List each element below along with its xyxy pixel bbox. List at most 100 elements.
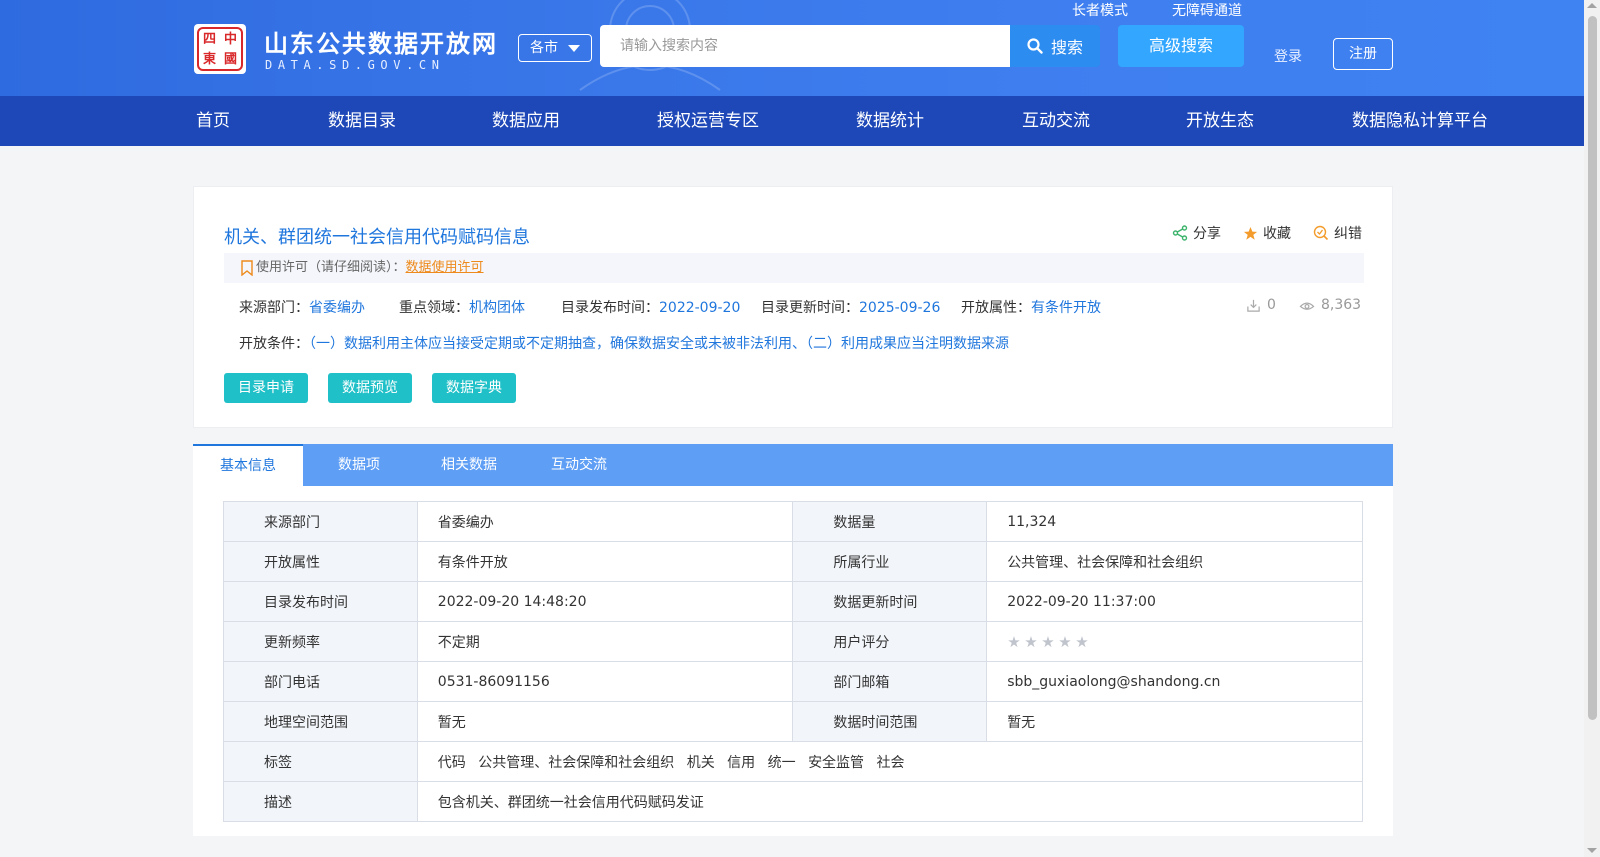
scroll-up-icon[interactable] bbox=[1587, 3, 1597, 8]
search-box[interactable] bbox=[600, 25, 1010, 67]
table-row: 来源部门 省委编办 数据量 11,324 bbox=[223, 501, 1363, 542]
data-preview-button[interactable]: 数据预览 bbox=[328, 373, 412, 403]
table-row: 描述 包含机关、群团统一社会信用代码赋码发证 bbox=[223, 781, 1364, 822]
dataset-title: 机关、群团统一社会信用代码赋码信息 bbox=[224, 227, 530, 248]
field-value: 0531-86091156 bbox=[416, 661, 794, 702]
tab-data-items[interactable]: 数据项 bbox=[309, 444, 409, 486]
star-icon[interactable]: ★ bbox=[1007, 634, 1021, 649]
correct-icon bbox=[1313, 225, 1329, 241]
nav-item-interaction[interactable]: 互动交流 bbox=[1022, 96, 1090, 146]
tag[interactable]: 公共管理、社会保障和社会组织 bbox=[478, 755, 674, 771]
seal-char-4: 國 bbox=[223, 51, 237, 67]
star-icon[interactable]: ★ bbox=[1058, 634, 1072, 649]
table-row: 标签 代码 公共管理、社会保障和社会组织 机关 信用 统一 安全监管 社会 bbox=[223, 741, 1364, 782]
download-count: 0 bbox=[1246, 297, 1276, 313]
nav-item-statistics[interactable]: 数据统计 bbox=[856, 96, 924, 146]
table-row: 地理空间范围 暂无 数据时间范围 暂无 bbox=[223, 701, 1363, 742]
basic-info-table: 来源部门 省委编办 数据量 11,324 开放属性 有条件开放 所属行业 公共管… bbox=[223, 501, 1364, 822]
tab-basic-info[interactable]: 基本信息 bbox=[193, 444, 303, 486]
star-icon[interactable]: ★ bbox=[1024, 634, 1038, 649]
nav-item-authorized-ops[interactable]: 授权运营专区 bbox=[657, 96, 759, 146]
user-rating[interactable]: ★ ★ ★ ★ ★ bbox=[986, 621, 1363, 662]
field-label: 数据量 bbox=[792, 501, 988, 542]
favorite-button[interactable]: 收藏 bbox=[1243, 223, 1291, 243]
basic-info-panel: 来源部门 省委编办 数据量 11,324 开放属性 有条件开放 所属行业 公共管… bbox=[193, 486, 1393, 836]
field-value: 11,324 bbox=[986, 501, 1363, 542]
field-label: 数据更新时间 bbox=[792, 581, 988, 622]
register-button[interactable]: 注册 bbox=[1333, 38, 1393, 70]
site-logo[interactable]: 四 中 東 國 bbox=[194, 24, 246, 74]
site-domain: DATA.SD.GOV.CN bbox=[265, 58, 445, 72]
field-label: 开放属性 bbox=[223, 541, 418, 582]
scrollbar-thumb[interactable] bbox=[1588, 16, 1597, 720]
tag[interactable]: 代码 bbox=[438, 755, 466, 771]
license-link[interactable]: 数据使用许可 bbox=[406, 253, 484, 283]
caret-down-icon bbox=[568, 45, 580, 52]
field-label: 来源部门 bbox=[223, 501, 418, 542]
open-conditions-label: 开放条件： bbox=[239, 336, 309, 352]
meta-source-value[interactable]: 省委编办 bbox=[309, 300, 365, 316]
search-button-label: 搜索 bbox=[1050, 38, 1083, 57]
data-dictionary-button[interactable]: 数据字典 bbox=[432, 373, 516, 403]
description-value: 包含机关、群团统一社会信用代码赋码发证 bbox=[416, 781, 1364, 822]
meta-domain: 重点领域：机构团体 bbox=[399, 297, 525, 317]
tag[interactable]: 信用 bbox=[727, 755, 755, 771]
star-icon[interactable]: ★ bbox=[1041, 634, 1055, 649]
tab-related-data[interactable]: 相关数据 bbox=[419, 444, 519, 486]
tab-interaction[interactable]: 互动交流 bbox=[529, 444, 629, 486]
meta-domain-label: 重点领域： bbox=[399, 300, 469, 316]
correct-button[interactable]: 纠错 bbox=[1313, 223, 1362, 243]
field-label: 所属行业 bbox=[792, 541, 988, 582]
meta-update-value: 2025-09-26 bbox=[859, 300, 941, 316]
elder-mode-link[interactable]: 长者模式 bbox=[1072, 0, 1128, 20]
search-input[interactable] bbox=[600, 25, 1010, 67]
site-header: 四 中 東 國 山东公共数据开放网 DATA.SD.GOV.CN 各市 搜索 高… bbox=[0, 0, 1584, 96]
star-icon bbox=[1243, 226, 1258, 240]
meta-domain-value[interactable]: 机构团体 bbox=[469, 300, 525, 316]
city-select-value: 各市 bbox=[530, 40, 558, 56]
seal-char-1: 四 bbox=[202, 32, 216, 47]
login-link[interactable]: 登录 bbox=[1274, 46, 1302, 66]
meta-update-label: 目录更新时间： bbox=[761, 300, 859, 316]
tag-list: 代码 公共管理、社会保障和社会组织 机关 信用 统一 安全监管 社会 bbox=[416, 741, 1364, 782]
field-value: 不定期 bbox=[416, 621, 794, 662]
tag[interactable]: 统一 bbox=[768, 755, 796, 771]
nav-item-ecosystem[interactable]: 开放生态 bbox=[1186, 96, 1254, 146]
nav-item-home[interactable]: 首页 bbox=[196, 96, 230, 146]
meta-open: 开放属性：有条件开放 bbox=[961, 297, 1101, 317]
nav-item-catalog[interactable]: 数据目录 bbox=[328, 96, 396, 146]
search-button[interactable]: 搜索 bbox=[1010, 25, 1100, 67]
seal-char-2: 中 bbox=[223, 32, 237, 47]
dataset-actions: 分享 收藏 纠错 bbox=[1172, 223, 1362, 243]
meta-open-value: 有条件开放 bbox=[1031, 300, 1101, 316]
meta-publish-value: 2022-09-20 bbox=[659, 300, 741, 316]
view-count: 8,363 bbox=[1299, 297, 1361, 313]
field-label: 目录发布时间 bbox=[223, 581, 418, 622]
field-value: 2022-09-20 14:48:20 bbox=[416, 581, 794, 622]
catalog-apply-button[interactable]: 目录申请 bbox=[224, 373, 308, 403]
advanced-search-button[interactable]: 高级搜索 bbox=[1118, 25, 1244, 67]
table-row: 开放属性 有条件开放 所属行业 公共管理、社会保障和社会组织 bbox=[223, 541, 1363, 582]
share-button[interactable]: 分享 bbox=[1172, 223, 1221, 243]
meta-publish-label: 目录发布时间： bbox=[561, 300, 659, 316]
field-label: 部门邮箱 bbox=[792, 661, 988, 702]
table-row: 更新频率 不定期 用户评分 ★ ★ ★ ★ ★ bbox=[223, 621, 1363, 662]
license-bar: 使用许可（请仔细阅读）： 数据使用许可 bbox=[224, 253, 1364, 283]
share-icon bbox=[1172, 225, 1188, 241]
tag[interactable]: 社会 bbox=[877, 755, 905, 771]
nav-item-privacy-computing[interactable]: 数据隐私计算平台 bbox=[1352, 96, 1488, 146]
bookmark-icon bbox=[241, 260, 253, 276]
accessibility-link[interactable]: 无障碍通道 bbox=[1172, 0, 1242, 20]
dataset-card: 机关、群团统一社会信用代码赋码信息 分享 收藏 纠错 使用许可（请仔细阅读）： … bbox=[193, 186, 1393, 428]
nav-item-apps[interactable]: 数据应用 bbox=[492, 96, 560, 146]
meta-source: 来源部门：省委编办 bbox=[239, 297, 365, 317]
table-row: 部门电话 0531-86091156 部门邮箱 sbb_guxiaolong@s… bbox=[223, 661, 1363, 702]
scroll-down-icon[interactable] bbox=[1587, 848, 1597, 853]
site-title[interactable]: 山东公共数据开放网 bbox=[264, 24, 498, 59]
open-conditions-value: （一）数据利用主体应当接受定期或不定期抽查，确保数据安全或未被非法利用、（二）利… bbox=[309, 336, 1009, 352]
tag[interactable]: 机关 bbox=[687, 755, 715, 771]
star-icon[interactable]: ★ bbox=[1075, 634, 1089, 649]
tag[interactable]: 安全监管 bbox=[808, 755, 864, 771]
city-select[interactable]: 各市 bbox=[518, 34, 592, 62]
field-label: 地理空间范围 bbox=[223, 701, 418, 742]
